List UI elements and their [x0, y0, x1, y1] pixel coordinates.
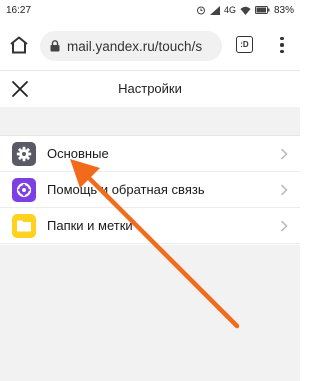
battery-icon	[254, 6, 270, 14]
close-button[interactable]	[10, 79, 30, 99]
settings-list: Основные Помощь и обратная связь Папки и…	[0, 135, 300, 244]
browser-menu-button[interactable]	[276, 34, 288, 56]
gear-icon	[12, 142, 36, 166]
folder-icon	[12, 214, 36, 238]
settings-item-general[interactable]: Основные	[0, 136, 300, 172]
battery-level: 83%	[273, 4, 294, 16]
settings-header: Настройки	[0, 70, 300, 107]
settings-item-help[interactable]: Помощь и обратная связь	[0, 172, 300, 208]
more-vert-icon-dot	[280, 49, 284, 54]
settings-item-label: Помощь и обратная связь	[47, 182, 205, 197]
address-bar[interactable]: mail.yandex.ru/touch/s	[40, 31, 222, 61]
more-vert-icon-dot	[280, 36, 284, 41]
status-bar: 16:27 4G 83%	[0, 0, 300, 20]
wifi-icon	[240, 6, 251, 15]
tab-switcher-label: :D	[240, 40, 249, 49]
empty-background	[0, 245, 300, 381]
url-text: mail.yandex.ru/touch/s	[67, 38, 203, 54]
status-indicators: 4G 83%	[196, 5, 294, 16]
tab-switcher-button[interactable]: :D	[236, 36, 253, 53]
signal-icon	[209, 5, 220, 15]
home-icon	[10, 36, 28, 54]
network-type: 4G	[223, 5, 236, 15]
home-button[interactable]	[8, 34, 30, 56]
settings-item-folders[interactable]: Папки и метки	[0, 208, 300, 244]
chevron-right-icon	[280, 184, 288, 196]
help-lifebuoy-icon	[12, 178, 36, 202]
settings-item-label: Папки и метки	[47, 218, 133, 233]
chevron-right-icon	[280, 148, 288, 160]
browser-toolbar: mail.yandex.ru/touch/s :D	[0, 20, 300, 70]
alarm-icon	[196, 6, 205, 15]
settings-item-label: Основные	[47, 146, 109, 161]
section-spacer	[0, 107, 300, 135]
lock-icon	[50, 40, 60, 52]
status-time: 16:27	[6, 4, 32, 16]
close-icon	[12, 81, 28, 97]
more-vert-icon-dot	[280, 43, 284, 47]
chevron-right-icon	[280, 220, 288, 232]
page-title: Настройки	[118, 81, 182, 96]
